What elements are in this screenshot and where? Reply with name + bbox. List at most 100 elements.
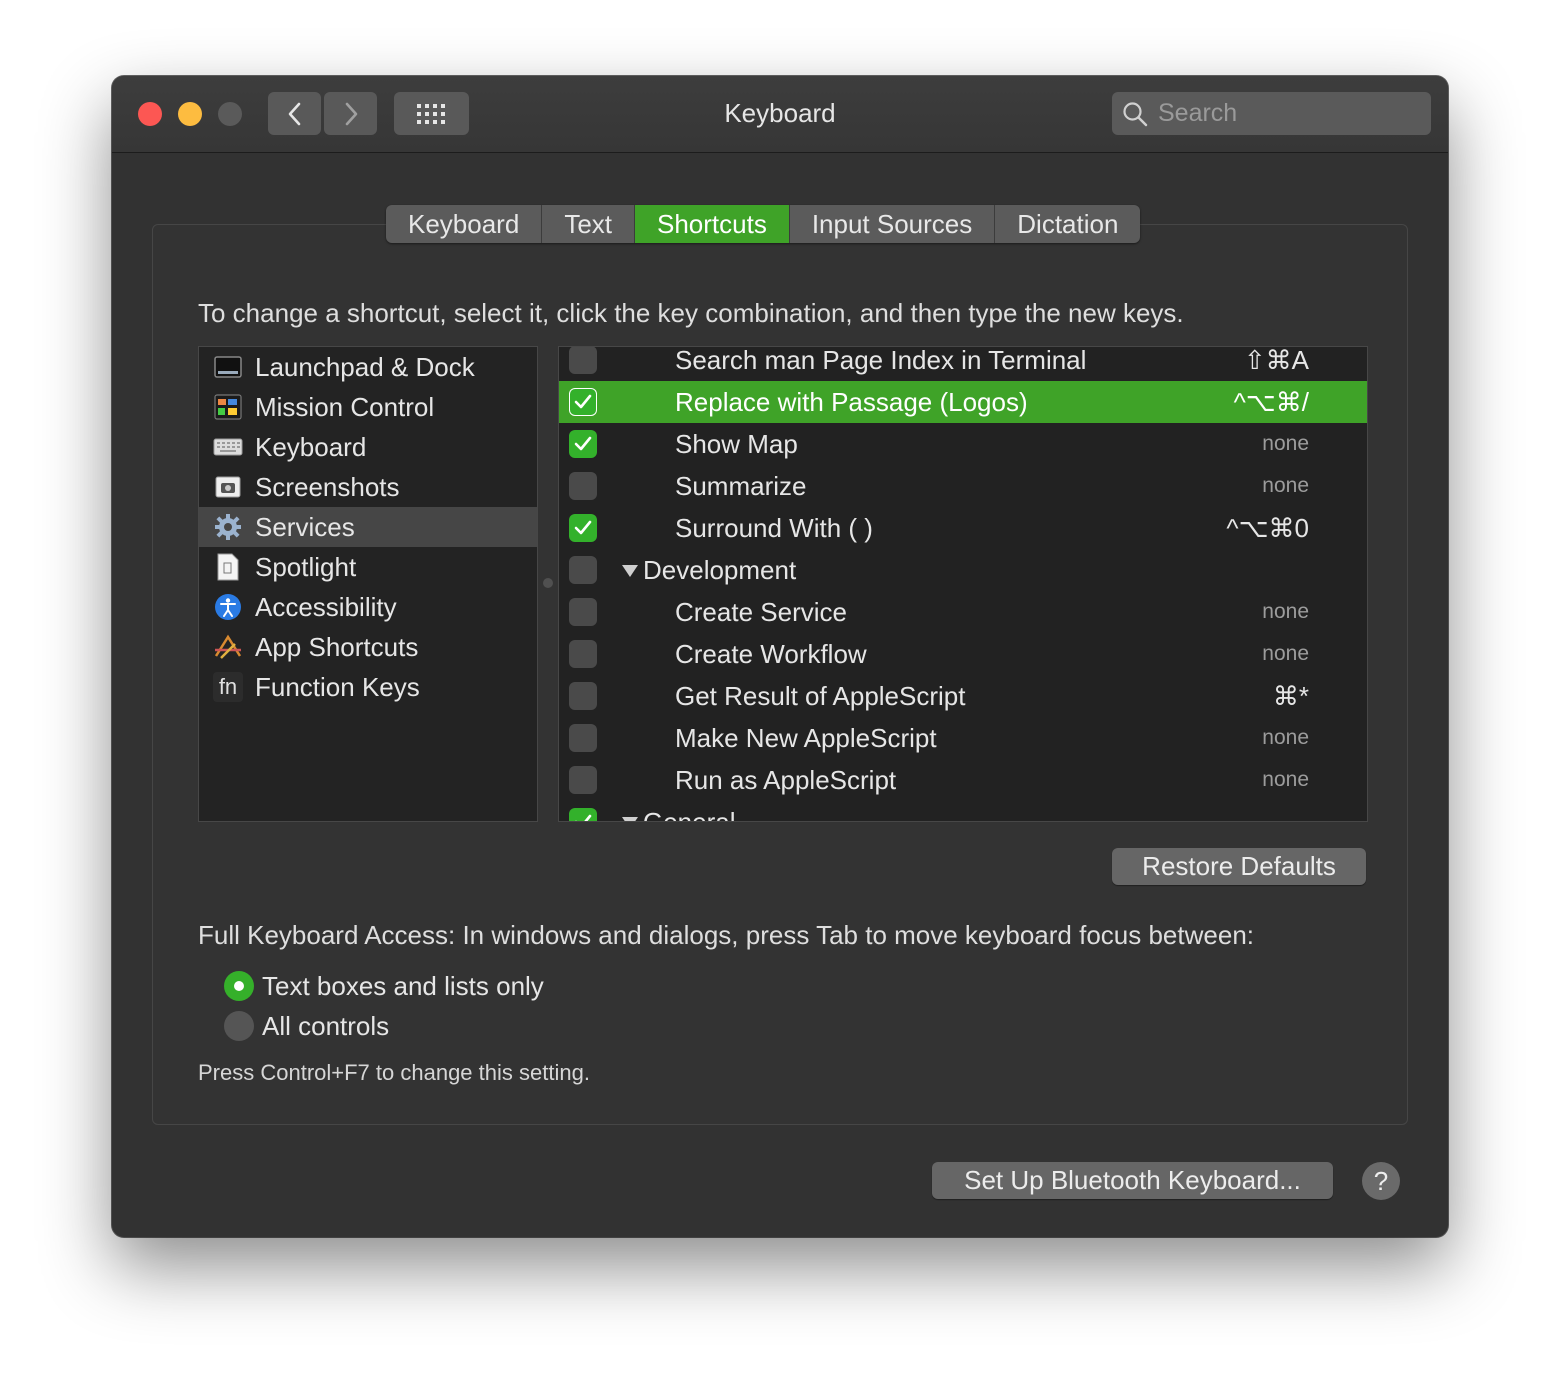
shortcut-row[interactable]: Summarize none <box>559 465 1367 507</box>
shortcut-checkbox[interactable] <box>569 808 597 821</box>
radio-dot <box>234 981 244 991</box>
checkmark-icon <box>575 814 592 821</box>
instructions-text: To change a shortcut, select it, click t… <box>198 298 1184 328</box>
chevron-left-icon <box>288 102 300 125</box>
tab-input-sources[interactable]: Input Sources <box>790 205 996 243</box>
shortcut-key[interactable]: none <box>1262 759 1309 801</box>
radio-button[interactable] <box>224 971 254 1001</box>
shortcut-checkbox[interactable] <box>569 472 597 500</box>
category-screenshots[interactable]: Screenshots <box>199 467 537 507</box>
radio-text-boxes-lists[interactable]: Text boxes and lists only <box>224 968 544 1004</box>
keyboard-icon <box>213 432 243 462</box>
zoom-button[interactable] <box>218 102 242 126</box>
shortcut-label: Summarize <box>675 471 807 501</box>
shortcut-checkbox[interactable] <box>569 347 597 374</box>
shortcut-checkbox[interactable] <box>569 556 597 584</box>
shortcut-label: Run as AppleScript <box>675 765 897 795</box>
mission-control-icon <box>213 392 243 422</box>
shortcut-checkbox[interactable] <box>569 724 597 752</box>
radio-all-controls[interactable]: All controls <box>224 1008 389 1044</box>
restore-defaults-button[interactable]: Restore Defaults <box>1112 848 1366 885</box>
shortcut-key[interactable]: ^⌥⌘/ <box>1234 381 1309 423</box>
shortcuts-list[interactable]: Search man Page Index in Terminal ⇧⌘A Re… <box>558 346 1368 822</box>
shortcut-key[interactable]: ⌘* <box>1273 675 1309 717</box>
shortcut-group-label: Development <box>643 555 797 585</box>
shortcut-row[interactable]: Show Map none <box>559 423 1367 465</box>
tab-text[interactable]: Text <box>542 205 635 243</box>
back-button[interactable] <box>268 92 321 135</box>
keyboard-access-hint: Press Control+F7 to change this setting. <box>198 1060 590 1085</box>
category-label: Screenshots <box>255 471 400 502</box>
shortcut-group-label: General <box>643 807 736 822</box>
category-label: Keyboard <box>255 431 367 462</box>
launchpad-dock-icon <box>213 352 243 382</box>
show-all-button[interactable] <box>394 92 469 135</box>
split-view-divider[interactable] <box>543 578 553 588</box>
category-services[interactable]: Services <box>199 507 537 547</box>
shortcut-key[interactable]: none <box>1262 423 1309 465</box>
tab-bar: Keyboard Text Shortcuts Input Sources Di… <box>386 205 1141 243</box>
chevron-right-icon <box>345 102 357 125</box>
checkmark-icon <box>574 394 592 409</box>
close-button[interactable] <box>138 102 162 126</box>
category-spotlight[interactable]: Spotlight <box>199 547 537 587</box>
minimize-button[interactable] <box>178 102 202 126</box>
shortcut-row[interactable]: Surround With ( ) ^⌥⌘0 <box>559 507 1367 549</box>
shortcut-checkbox[interactable] <box>569 682 597 710</box>
shortcut-label: Surround With ( ) <box>675 513 873 543</box>
tab-keyboard[interactable]: Keyboard <box>386 205 543 243</box>
spotlight-document-icon <box>213 552 243 582</box>
shortcut-group-row[interactable]: General <box>559 801 1367 822</box>
shortcut-label: Replace with Passage (Logos) <box>675 387 1028 417</box>
magnifier-icon <box>1123 102 1148 127</box>
search-field[interactable] <box>1112 92 1431 135</box>
shortcut-group-row[interactable]: Development <box>559 549 1367 591</box>
shortcut-checkbox[interactable] <box>569 640 597 668</box>
screenshot-icon <box>213 472 243 502</box>
preferences-window: Keyboard Keyboard Text Shortcuts Input S… <box>112 76 1448 1237</box>
category-label: App Shortcuts <box>255 631 419 662</box>
shortcut-key[interactable]: ⇧⌘A <box>1244 347 1309 381</box>
shortcut-checkbox[interactable] <box>569 598 597 626</box>
bluetooth-keyboard-button[interactable]: Set Up Bluetooth Keyboard... <box>932 1162 1333 1199</box>
shortcut-row[interactable]: Get Result of AppleScript ⌘* <box>559 675 1367 717</box>
shortcut-row[interactable]: Create Service none <box>559 591 1367 633</box>
category-accessibility[interactable]: Accessibility <box>199 587 537 627</box>
shortcut-checkbox[interactable] <box>569 766 597 794</box>
category-launchpad-dock[interactable]: Launchpad & Dock <box>199 347 537 387</box>
shortcut-key[interactable]: ^⌥⌘0 <box>1226 507 1309 549</box>
category-keyboard[interactable]: Keyboard <box>199 427 537 467</box>
category-label: Function Keys <box>255 671 420 702</box>
radio-button[interactable] <box>224 1011 254 1041</box>
shortcut-checkbox[interactable] <box>569 430 597 458</box>
disclosure-triangle-icon[interactable] <box>621 816 639 822</box>
help-button[interactable]: ? <box>1362 1162 1400 1200</box>
shortcut-checkbox[interactable] <box>569 388 597 416</box>
shortcut-key[interactable]: none <box>1262 633 1309 675</box>
tab-dictation[interactable]: Dictation <box>995 205 1140 243</box>
shortcut-row[interactable]: Create Workflow none <box>559 633 1367 675</box>
category-function-keys[interactable]: fn Function Keys <box>199 667 537 707</box>
shortcut-label: Show Map <box>675 429 798 459</box>
category-app-shortcuts[interactable]: App Shortcuts <box>199 627 537 667</box>
shortcut-label: Get Result of AppleScript <box>675 681 966 711</box>
category-mission-control[interactable]: Mission Control <box>199 387 537 427</box>
fn-key-icon: fn <box>213 672 243 702</box>
shortcut-key[interactable]: none <box>1262 717 1309 759</box>
tab-shortcuts[interactable]: Shortcuts <box>635 205 790 243</box>
forward-button[interactable] <box>324 92 377 135</box>
shortcut-checkbox[interactable] <box>569 514 597 542</box>
shortcut-row[interactable]: Run as AppleScript none <box>559 759 1367 801</box>
title-bar: Keyboard <box>112 76 1448 153</box>
shortcut-key[interactable]: none <box>1262 591 1309 633</box>
shortcut-row[interactable]: Make New AppleScript none <box>559 717 1367 759</box>
full-keyboard-access-label: Full Keyboard Access: In windows and dia… <box>198 920 1254 950</box>
category-list[interactable]: Launchpad & Dock Mission Control Keyboar… <box>198 346 538 822</box>
radio-label: Text boxes and lists only <box>262 970 544 1001</box>
shortcut-row[interactable]: Search man Page Index in Terminal ⇧⌘A <box>559 347 1367 381</box>
search-input[interactable] <box>1158 92 1418 135</box>
app-shortcuts-icon <box>213 632 243 662</box>
shortcut-key[interactable]: none <box>1262 465 1309 507</box>
disclosure-triangle-icon[interactable] <box>621 564 639 578</box>
shortcut-row-selected[interactable]: Replace with Passage (Logos) ^⌥⌘/ <box>559 381 1367 423</box>
